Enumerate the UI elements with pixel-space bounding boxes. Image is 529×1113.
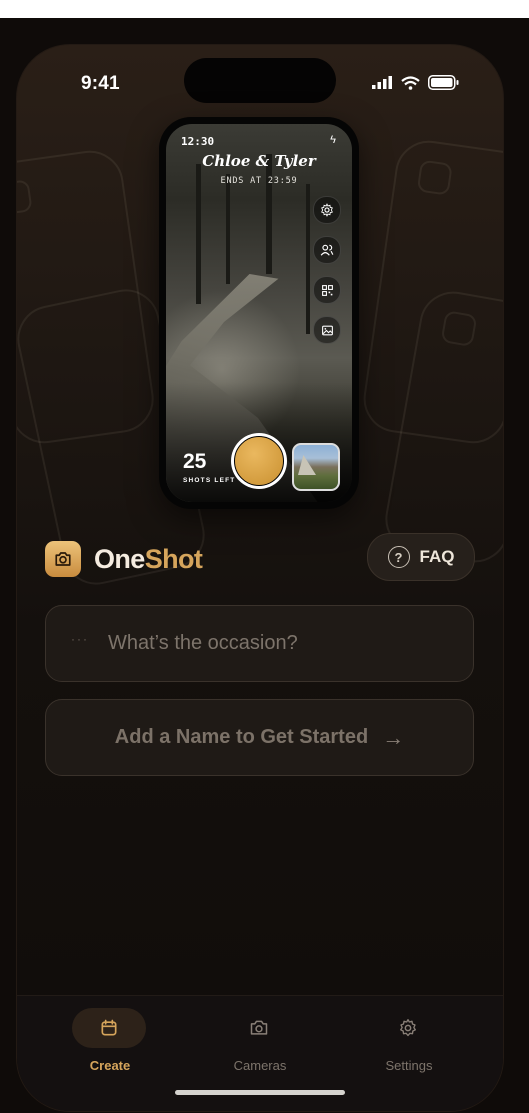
status-time: 9:41 [81, 73, 120, 94]
gallery-icon [321, 325, 333, 335]
qr-code-button[interactable] [313, 276, 341, 304]
qr-code-icon [321, 284, 333, 296]
last-photo-thumbnail[interactable] [292, 443, 340, 491]
shutter-button[interactable] [231, 433, 287, 489]
dynamic-island [184, 58, 336, 103]
thumbnail-mountain [298, 455, 316, 475]
gear-icon [400, 1019, 416, 1037]
battery-icon [428, 75, 459, 90]
app-name-part1: One [94, 544, 145, 574]
preview-screen: 12:30 ϟ Chloe & Tyler ENDS AT 23:59 25 S… [166, 124, 352, 502]
calendar-icon [101, 1019, 117, 1036]
wifi-icon [401, 75, 420, 90]
tab-settings-label: Settings [385, 1058, 433, 1073]
preview-clock: 12:30 [181, 135, 215, 148]
get-started-label: Add a Name to Get Started [114, 726, 369, 748]
faq-label: FAQ [419, 547, 455, 566]
tab-create[interactable]: Create [50, 1008, 170, 1088]
shutter-inner [234, 436, 284, 486]
app-name-part2: Shot [144, 544, 203, 574]
tree-trunk [226, 174, 230, 284]
background-camera-outline [440, 310, 478, 348]
background-camera-outline [17, 179, 33, 216]
home-indicator [175, 1090, 345, 1095]
faq-button[interactable]: ? FAQ [367, 533, 475, 581]
ellipsis-icon: ··· [71, 632, 89, 646]
app-name: OneShot [94, 544, 203, 575]
tab-cameras[interactable]: Cameras [200, 1008, 320, 1088]
guests-icon [320, 244, 334, 256]
background-camera-outline [416, 159, 453, 196]
app-logo [45, 541, 81, 577]
camera-settings-button[interactable] [313, 196, 341, 224]
occasion-field[interactable]: ··· [45, 605, 474, 682]
shots-left-label: SHOTS LEFT [183, 477, 236, 484]
tree-trunk [306, 184, 310, 334]
shots-left-count: 25 [183, 450, 207, 473]
arrow-right-icon: → [382, 724, 405, 750]
guests-button[interactable] [313, 236, 341, 264]
camera-icon [55, 552, 71, 566]
app-canvas: 9:41 12:30 ϟ Chloe & Tyler ENDS AT 23:59… [0, 18, 529, 1113]
settings-icon [321, 203, 333, 217]
status-icons [372, 75, 459, 90]
phone-frame: 9:41 12:30 ϟ Chloe & Tyler ENDS AT 23:59… [16, 44, 504, 1112]
question-icon: ? [387, 546, 410, 568]
tree-trunk [266, 154, 272, 274]
camera-icon [250, 1020, 268, 1035]
camera-preview-mockup: 12:30 ϟ Chloe & Tyler ENDS AT 23:59 25 S… [159, 117, 359, 509]
gallery-button[interactable] [313, 316, 341, 344]
brand-row: OneShot ? FAQ [45, 533, 475, 587]
tab-create-label: Create [89, 1058, 131, 1073]
tab-settings[interactable]: Settings [349, 1008, 469, 1088]
occasion-input[interactable] [108, 626, 448, 660]
get-started-button[interactable]: Add a Name to Get Started → [45, 699, 474, 776]
window-top-strip [0, 0, 529, 18]
flash-icon[interactable]: ϟ [330, 134, 336, 146]
event-end-time: ENDS AT 23:59 [220, 176, 298, 186]
tab-cameras-label: Cameras [233, 1058, 287, 1073]
signal-icon [372, 76, 392, 89]
event-title: Chloe & Tyler [202, 152, 316, 170]
